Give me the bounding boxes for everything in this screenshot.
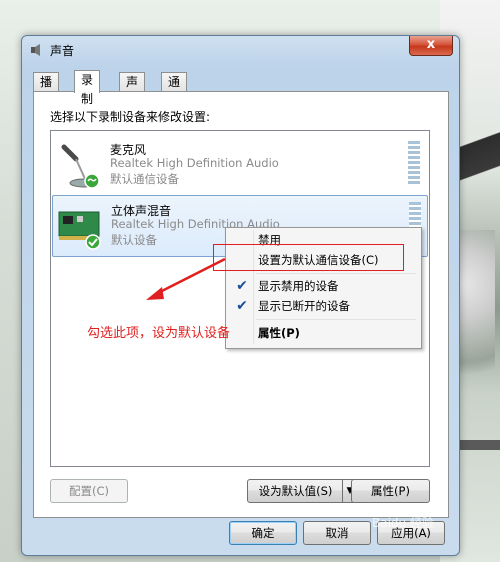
close-button[interactable]: x <box>409 36 453 56</box>
annotation-text: 勾选此项，设为默认设备 <box>87 326 231 341</box>
instruction-text: 选择以下录制设备来修改设置: <box>50 110 211 124</box>
menu-item-show-disabled[interactable]: ✔ 显示禁用的设备 <box>228 276 417 296</box>
sound-card-icon <box>58 211 101 250</box>
title-bar[interactable]: 声音 x <box>22 36 459 64</box>
tab-playback[interactable]: 播放 <box>33 72 60 108</box>
menu-separator <box>256 319 416 320</box>
speaker-icon <box>31 44 40 56</box>
device-driver: Realtek High Definition Audio <box>110 156 279 170</box>
level-meter <box>408 141 420 185</box>
watermark-text: Baidu 经验 <box>372 516 434 530</box>
properties-button[interactable]: 属性(P) <box>351 479 430 503</box>
device-status: 默认设备 <box>111 233 157 247</box>
set-default-label: 设为默认值(S) <box>258 484 333 498</box>
device-status: 默认通信设备 <box>110 172 179 186</box>
annotation-arrow-icon <box>146 257 226 300</box>
window-title: 声音 <box>50 44 75 58</box>
menu-item-label: 显示已断开的设备 <box>258 299 350 313</box>
microphone-icon <box>61 144 100 189</box>
menu-item-label: 显示禁用的设备 <box>258 279 339 293</box>
menu-item-show-disconnected[interactable]: ✔ 显示已断开的设备 <box>228 296 417 316</box>
cancel-button[interactable]: 取消 <box>303 521 371 545</box>
set-default-split-button[interactable]: 设为默认值(S) ▼ <box>247 479 358 503</box>
menu-separator <box>256 273 416 274</box>
device-row-microphone[interactable]: 麦克风 Realtek High Definition Audio 默认通信设备 <box>52 135 426 195</box>
ok-button[interactable]: 确定 <box>229 521 297 545</box>
menu-item-properties[interactable]: 属性(P) <box>228 323 417 343</box>
highlight-box <box>213 244 404 271</box>
configure-button[interactable]: 配置(C) <box>50 479 128 503</box>
checkmark-icon: ✔ <box>236 278 248 294</box>
tab-sounds[interactable]: 声音 <box>119 72 146 108</box>
menu-item-label: 属性(P) <box>258 326 300 340</box>
tab-recording[interactable]: 录制 <box>74 70 101 106</box>
checkmark-icon: ✔ <box>236 298 248 314</box>
tab-communications[interactable]: 通信 <box>161 72 188 108</box>
